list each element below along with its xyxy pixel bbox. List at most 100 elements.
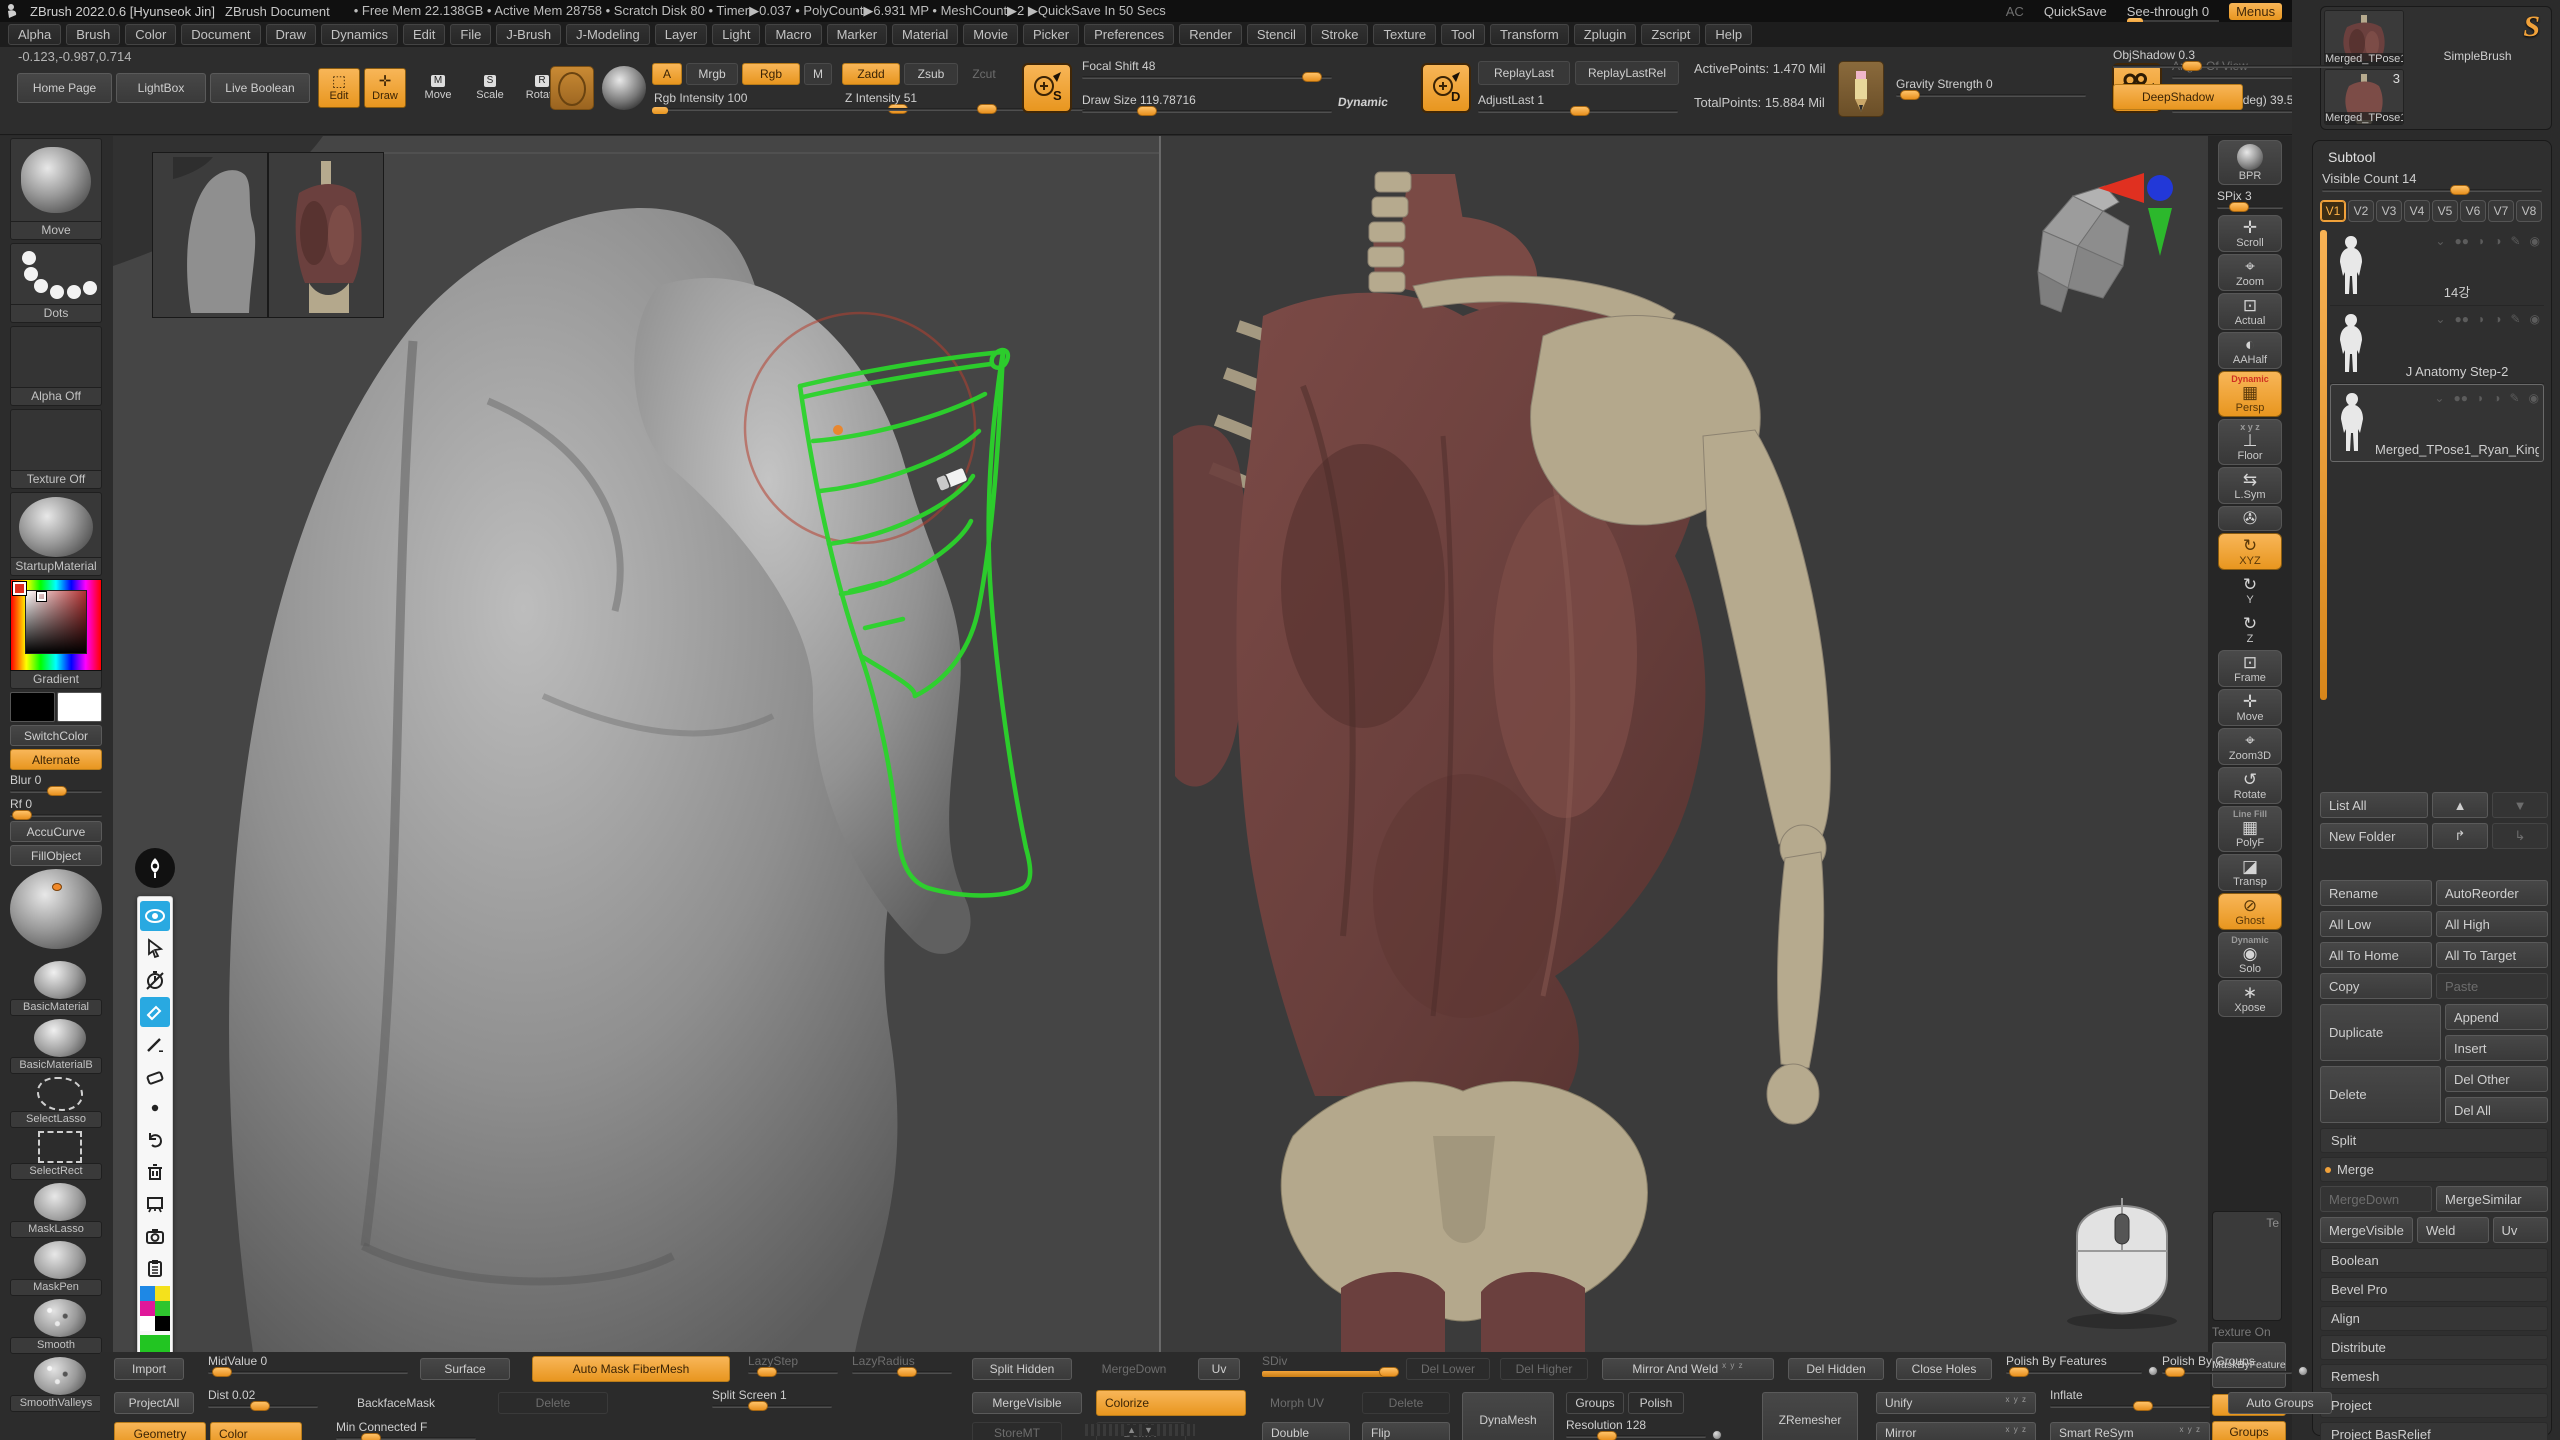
home-page-button[interactable]: Home Page bbox=[17, 73, 112, 103]
del-all-button[interactable]: Del All bbox=[2445, 1097, 2548, 1123]
replay-last-button[interactable]: ReplayLast bbox=[1478, 61, 1570, 85]
thumb-mask-pen[interactable]: MaskPen bbox=[10, 1241, 109, 1296]
polish-by-groups-slider[interactable]: Polish By Groups bbox=[2162, 1354, 2292, 1374]
transp-button[interactable]: ◪ Transp bbox=[2218, 854, 2282, 891]
insert-button[interactable]: Insert bbox=[2445, 1035, 2548, 1061]
tray-resize-handle[interactable]: ▲▼ bbox=[1085, 1424, 1195, 1436]
obj-shadow-slider[interactable]: ObjShadow 0.3 bbox=[2113, 48, 2343, 68]
rotate-z-button[interactable]: ↻ Z bbox=[2218, 611, 2282, 648]
close-holes-button[interactable]: Close Holes bbox=[1896, 1358, 1992, 1380]
simple-brush-tool[interactable]: S SimpleBrush bbox=[2407, 10, 2548, 66]
menu-item[interactable]: Stroke bbox=[1311, 24, 1369, 45]
smart-resym-button[interactable]: Smart ReSymx y z bbox=[2050, 1422, 2210, 1440]
zadd-toggle[interactable]: Zadd bbox=[842, 63, 900, 85]
thumb-smooth[interactable]: Smooth bbox=[10, 1299, 109, 1354]
zoom3d-button[interactable]: ⌖ Zoom3D bbox=[2218, 728, 2282, 765]
menu-item[interactable]: Color bbox=[125, 24, 176, 45]
subtool-tab[interactable]: V3 bbox=[2376, 200, 2402, 222]
menu-item[interactable]: Movie bbox=[963, 24, 1018, 45]
frame-button[interactable]: ⊡ Frame bbox=[2218, 650, 2282, 687]
del-hidden-button[interactable]: Del Hidden bbox=[1788, 1358, 1884, 1380]
polyf-button[interactable]: Line Fill ▦ PolyF bbox=[2218, 806, 2282, 852]
visibility-eye-icon[interactable] bbox=[140, 901, 170, 931]
menu-item[interactable]: Layer bbox=[655, 24, 708, 45]
thumb-mask-lasso[interactable]: MaskLasso bbox=[10, 1183, 109, 1238]
actual-button[interactable]: ⊡ Actual bbox=[2218, 293, 2282, 330]
polish-groups-mode-dot[interactable] bbox=[2298, 1366, 2308, 1376]
resolution-mode-dot[interactable] bbox=[1712, 1430, 1722, 1440]
subtool-scrollbar[interactable] bbox=[2320, 230, 2327, 700]
menu-item[interactable]: Tool bbox=[1441, 24, 1485, 45]
xpose-button[interactable]: ∗ Xpose bbox=[2218, 980, 2282, 1017]
section-merge[interactable]: Merge bbox=[2320, 1157, 2548, 1182]
subtool-tab[interactable]: V6 bbox=[2460, 200, 2486, 222]
rgb-toggle[interactable]: Rgb bbox=[742, 63, 800, 85]
replay-doc-chip[interactable]: D bbox=[1421, 63, 1471, 113]
ghost-button[interactable]: ⊘ Ghost bbox=[2218, 893, 2282, 930]
rotate-xyz-button[interactable]: ↻ XYZ bbox=[2218, 533, 2282, 570]
zoom-button[interactable]: ⌖ Zoom bbox=[2218, 254, 2282, 291]
menu-item[interactable]: Transform bbox=[1490, 24, 1569, 45]
lsym-button[interactable]: ⇆ L.Sym bbox=[2218, 467, 2282, 504]
del-higher-button[interactable]: Del Higher bbox=[1500, 1358, 1588, 1380]
uv-button-bottom[interactable]: Uv bbox=[1198, 1358, 1240, 1380]
split-hidden-button[interactable]: Split Hidden bbox=[972, 1358, 1072, 1380]
m-toggle[interactable]: M bbox=[804, 63, 832, 85]
current-annotation-color[interactable] bbox=[140, 1335, 170, 1352]
polish-bottom-button[interactable]: Polish bbox=[1628, 1392, 1684, 1414]
scroll-button[interactable]: ✛ Scroll bbox=[2218, 215, 2282, 252]
solo-button[interactable]: Dynamic ◉ Solo bbox=[2218, 932, 2282, 978]
dynamesh-button[interactable]: DynaMesh bbox=[1462, 1392, 1554, 1440]
double-button[interactable]: Double bbox=[1262, 1422, 1350, 1440]
midvalue-slider[interactable]: MidValue 0 bbox=[208, 1354, 408, 1374]
menus-toggle-button[interactable]: Menus bbox=[2229, 3, 2282, 20]
all-to-home-button[interactable]: All To Home bbox=[2320, 942, 2432, 968]
sdiv-slider[interactable]: SDiv bbox=[1262, 1354, 1392, 1377]
pen-line-icon[interactable] bbox=[140, 1029, 170, 1059]
current-stroke-thumbnail[interactable]: Dots bbox=[10, 243, 109, 323]
tray-handle[interactable] bbox=[652, 107, 668, 114]
spix-slider[interactable]: SPix 3 bbox=[2217, 189, 2283, 209]
backface-mask-button[interactable]: BackfaceMask bbox=[336, 1392, 456, 1414]
texture-swatch-box[interactable]: Te bbox=[2212, 1211, 2282, 1321]
subtool-row[interactable]: ⌄●●◗ ◑✎◉ Merged_TPose1_Ryan_Kingslie bbox=[2330, 384, 2544, 462]
zsub-toggle[interactable]: Zsub bbox=[904, 63, 958, 85]
subtool-tab[interactable]: V5 bbox=[2432, 200, 2458, 222]
delete-button[interactable]: Delete bbox=[2320, 1066, 2441, 1123]
resolution-slider[interactable]: Resolution 128 bbox=[1566, 1418, 1706, 1438]
accucurve-button[interactable]: AccuCurve bbox=[10, 821, 102, 842]
menu-item[interactable]: Render bbox=[1179, 24, 1242, 45]
menu-item[interactable]: J-Brush bbox=[496, 24, 561, 45]
uv-button[interactable]: Uv bbox=[2493, 1217, 2548, 1243]
stroke-curve-chip[interactable]: S bbox=[1022, 63, 1072, 113]
geometry-button[interactable]: Geometry bbox=[114, 1422, 206, 1440]
material-a-toggle[interactable]: A bbox=[652, 63, 682, 85]
see-through-slider[interactable]: See-through 0 bbox=[2127, 4, 2209, 19]
surface-button[interactable]: Surface bbox=[420, 1358, 510, 1380]
rotate-y-button[interactable]: ↻ Y bbox=[2218, 572, 2282, 609]
split-screen-slider-bottom[interactable]: Split Screen 1 bbox=[712, 1388, 832, 1408]
scale-mode-button[interactable]: S Scale bbox=[470, 68, 510, 108]
menu-item[interactable]: Edit bbox=[403, 24, 445, 45]
menu-item[interactable]: Help bbox=[1705, 24, 1752, 45]
collapsed-section[interactable]: Project bbox=[2320, 1393, 2548, 1418]
palette-color-swatch[interactable] bbox=[140, 1316, 155, 1331]
move-mode-button[interactable]: M Move bbox=[418, 68, 458, 108]
mrgb-toggle[interactable]: Mrgb bbox=[686, 63, 738, 85]
project-all-button[interactable]: ProjectAll bbox=[114, 1392, 194, 1414]
del-lower-button[interactable]: Del Lower bbox=[1406, 1358, 1490, 1380]
main-color-swatch[interactable] bbox=[10, 692, 55, 722]
groups-button[interactable]: Groups bbox=[2212, 1421, 2286, 1440]
subtool-tab[interactable]: V4 bbox=[2404, 200, 2430, 222]
palette-color-swatch[interactable] bbox=[140, 1301, 155, 1316]
all-low-button[interactable]: All Low bbox=[2320, 911, 2432, 937]
section-split[interactable]: Split bbox=[2320, 1128, 2548, 1153]
all-to-target-button[interactable]: All To Target bbox=[2436, 942, 2548, 968]
menu-item[interactable]: Zplugin bbox=[1574, 24, 1637, 45]
current-material-slot[interactable]: StartupMaterial bbox=[10, 492, 109, 576]
palette-color-swatch[interactable] bbox=[155, 1286, 170, 1301]
subtool-tab[interactable]: V7 bbox=[2488, 200, 2514, 222]
aahalf-button[interactable]: ◐ AAHalf bbox=[2218, 332, 2282, 369]
current-brush-thumbnail[interactable]: Move bbox=[10, 138, 109, 240]
sculpt-canvas[interactable] bbox=[113, 136, 2208, 1352]
